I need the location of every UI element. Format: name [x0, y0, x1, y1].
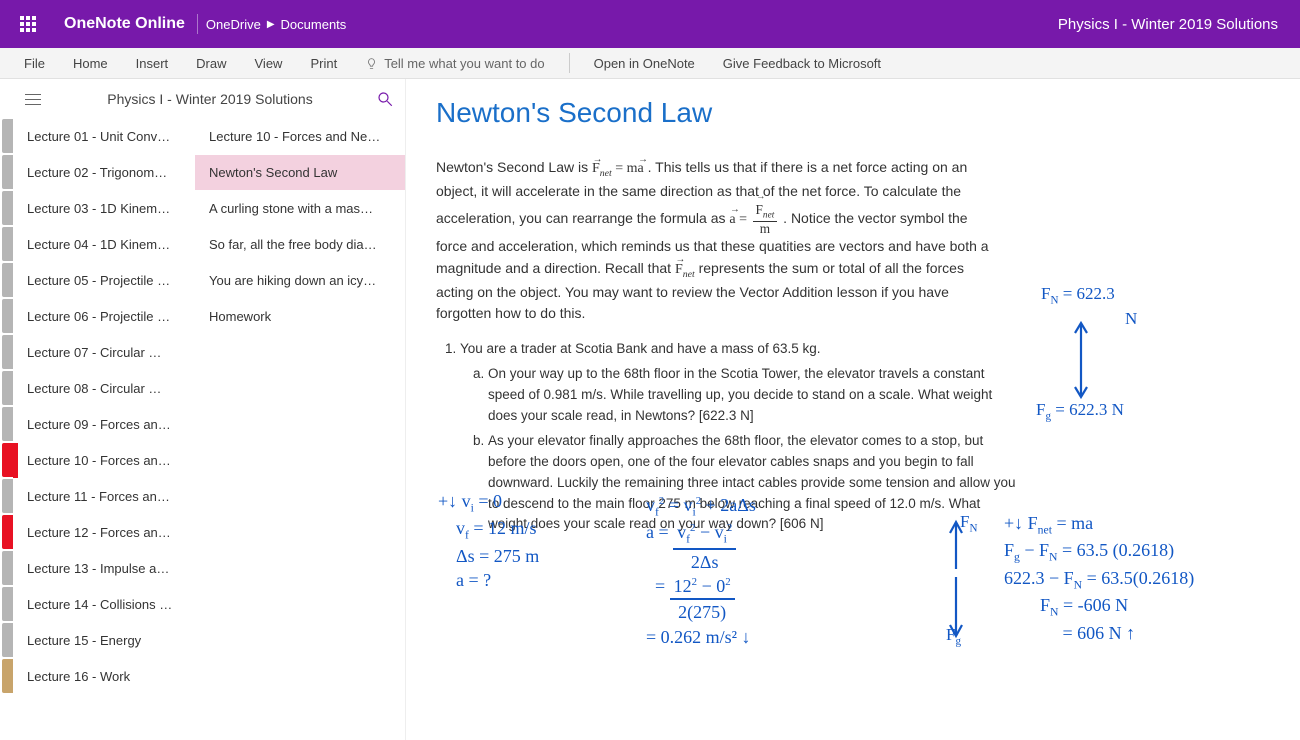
app-header: OneNote Online OneDrive ▶ Documents Phys… [0, 0, 1300, 48]
ink-fg-label: Fg [946, 624, 961, 649]
ink-fn-value: FN = 622.3N [1041, 283, 1137, 331]
tab-draw[interactable]: Draw [182, 48, 240, 79]
chevron-right-icon: ▶ [267, 19, 275, 30]
problem-1a[interactable]: On your way up to the 68th floor in the … [488, 364, 1016, 427]
ink-force-arrows-top [1066, 315, 1096, 405]
breadcrumb-root[interactable]: OneDrive [206, 17, 261, 32]
section-color-tab[interactable] [2, 479, 13, 513]
ink-newton-solve: +↓ Fnet = ma Fg − FN = 63.5 (0.2618) 622… [1004, 511, 1194, 645]
page-title[interactable]: Newton's Second Law [436, 97, 1280, 129]
section-item[interactable]: Lecture 10 - Forces an… [13, 443, 195, 479]
page-item[interactable]: Lecture 10 - Forces and Ne… [195, 119, 405, 155]
section-item[interactable]: Lecture 05 - Projectile … [13, 263, 195, 299]
problem-1[interactable]: You are a trader at Scotia Bank and have… [460, 339, 1016, 535]
page-item[interactable]: You are hiking down an icy… [195, 263, 405, 299]
section-item[interactable]: Lecture 01 - Unit Conv… [13, 119, 195, 155]
tab-view[interactable]: View [241, 48, 297, 79]
tab-file[interactable]: File [10, 48, 59, 79]
page-content[interactable]: Newton's Second Law Newton's Second Law … [406, 79, 1300, 740]
tab-print[interactable]: Print [296, 48, 351, 79]
breadcrumb-leaf[interactable]: Documents [281, 17, 347, 32]
section-item[interactable]: Lecture 11 - Forces an… [13, 479, 195, 515]
section-color-tab[interactable] [2, 659, 13, 693]
section-color-tab[interactable] [2, 335, 13, 369]
notebook-nav: Physics I - Winter 2019 Solutions Lectur… [13, 79, 406, 740]
lightbulb-icon [365, 55, 378, 72]
page-item[interactable]: So far, all the free body dia… [195, 227, 405, 263]
section-item[interactable]: Lecture 02 - Trigonom… [13, 155, 195, 191]
tab-home[interactable]: Home [59, 48, 122, 79]
section-color-tab[interactable] [2, 155, 13, 189]
feedback-link[interactable]: Give Feedback to Microsoft [709, 48, 895, 79]
tab-insert[interactable]: Insert [122, 48, 183, 79]
tell-me-search[interactable]: Tell me what you want to do [351, 55, 558, 72]
section-color-tab[interactable] [2, 623, 13, 657]
section-color-tab[interactable] [2, 119, 13, 153]
ribbon: File Home Insert Draw View Print Tell me… [0, 48, 1300, 79]
equation-fnet-ma: Fnet = ma [592, 161, 644, 176]
section-color-tab[interactable] [2, 191, 13, 225]
problem-1-stem: You are a trader at Scotia Bank and have… [460, 341, 820, 356]
section-color-tab[interactable] [2, 551, 13, 585]
notebook-title[interactable]: Physics I - Winter 2019 Solutions [49, 91, 371, 107]
section-item[interactable]: Lecture 04 - 1D Kinem… [13, 227, 195, 263]
section-item[interactable]: Lecture 09 - Forces an… [13, 407, 195, 443]
section-item[interactable]: Lecture 15 - Energy [13, 623, 195, 659]
breadcrumb[interactable]: OneDrive ▶ Documents [206, 17, 346, 32]
equation-a-fnet-over-m: a = Fnetm [729, 212, 779, 227]
app-launcher-icon[interactable] [4, 0, 52, 48]
section-color-tab[interactable] [2, 371, 13, 405]
section-color-tab[interactable] [2, 299, 13, 333]
problem-1b[interactable]: As your elevator finally approaches the … [488, 431, 1016, 536]
hamburger-icon[interactable] [25, 87, 49, 111]
section-color-tab[interactable] [2, 515, 13, 549]
intro-paragraph[interactable]: Newton's Second Law is Fnet = ma . This … [436, 157, 996, 325]
section-color-tab[interactable] [2, 443, 13, 477]
section-item[interactable]: Lecture 07 - Circular … [13, 335, 195, 371]
intro-text-1a: Newton's Second Law is [436, 159, 592, 175]
page-item[interactable]: A curling stone with a mas… [195, 191, 405, 227]
page-item[interactable]: Homework [195, 299, 405, 335]
open-in-onenote-link[interactable]: Open in OneNote [580, 48, 709, 79]
section-item[interactable]: Lecture 14 - Collisions … [13, 587, 195, 623]
ink-a-result: = 0.262 m/s² ↓ [646, 627, 751, 647]
section-color-tab[interactable] [2, 407, 13, 441]
section-color-tab[interactable] [2, 263, 13, 297]
section-item[interactable]: Lecture 06 - Projectile … [13, 299, 195, 335]
divider [569, 53, 570, 73]
document-title[interactable]: Physics I - Winter 2019 Solutions [1058, 16, 1296, 33]
tell-me-placeholder: Tell me what you want to do [384, 56, 544, 71]
section-item[interactable]: Lecture 13 - Impulse a… [13, 551, 195, 587]
section-color-tab[interactable] [2, 587, 13, 621]
pages-list[interactable]: Lecture 10 - Forces and Ne…Newton's Seco… [195, 119, 405, 740]
nav-header: Physics I - Winter 2019 Solutions [13, 79, 405, 119]
section-item[interactable]: Lecture 16 - Work [13, 659, 195, 695]
search-icon[interactable] [371, 85, 399, 113]
sections-list[interactable]: Lecture 01 - Unit Conv…Lecture 02 - Trig… [13, 119, 195, 740]
section-color-rail [0, 79, 13, 740]
symbol-fnet: Fnet [675, 262, 695, 277]
section-item[interactable]: Lecture 08 - Circular … [13, 371, 195, 407]
page-item[interactable]: Newton's Second Law [195, 155, 405, 191]
main: Physics I - Winter 2019 Solutions Lectur… [0, 79, 1300, 740]
section-item[interactable]: Lecture 12 - Forces an… [13, 515, 195, 551]
section-color-tab[interactable] [2, 227, 13, 261]
section-item[interactable]: Lecture 03 - 1D Kinem… [13, 191, 195, 227]
ink-fg-value: Fg = 622.3 N [1036, 399, 1124, 424]
problem-list[interactable]: You are a trader at Scotia Bank and have… [436, 339, 1016, 535]
app-name[interactable]: OneNote Online [52, 14, 198, 34]
